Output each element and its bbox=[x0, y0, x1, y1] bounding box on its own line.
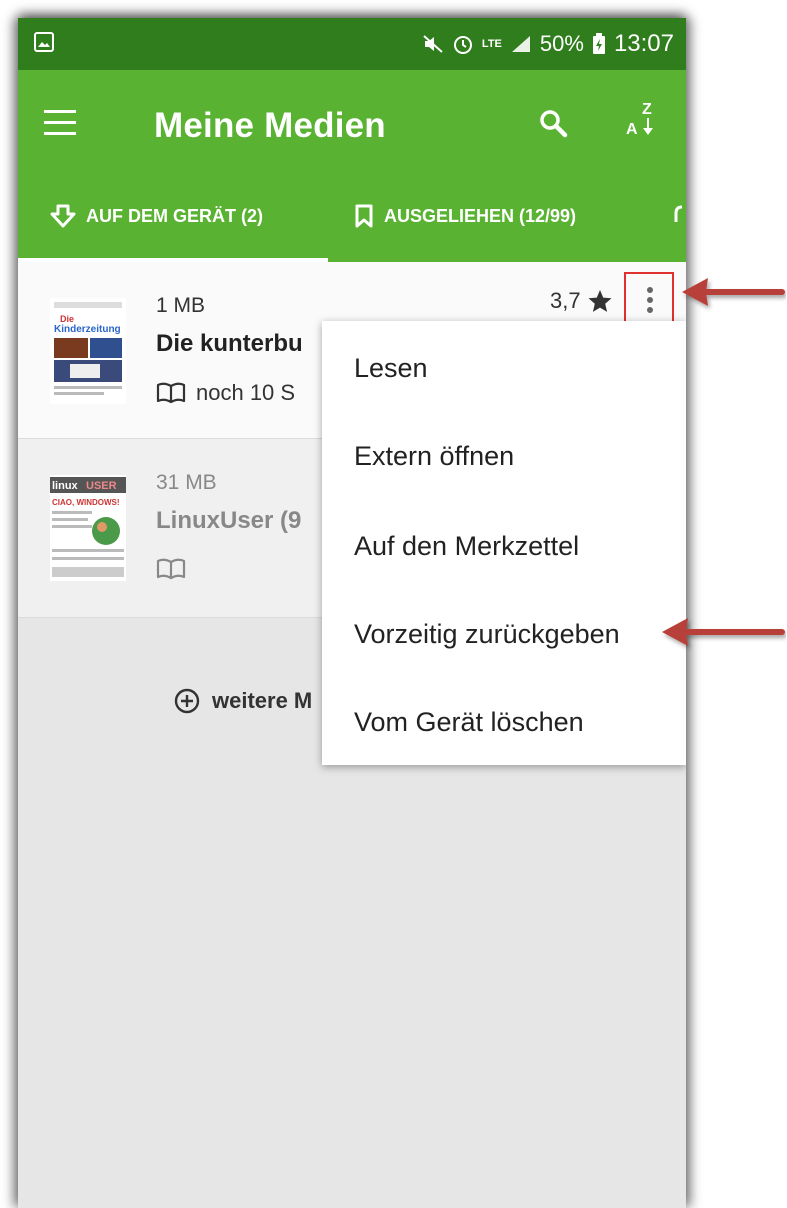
media-title: Die kunterbu bbox=[156, 330, 303, 357]
mute-icon bbox=[423, 35, 443, 53]
svg-text:CIAO, WINDOWS!: CIAO, WINDOWS! bbox=[52, 498, 120, 507]
download-icon bbox=[50, 204, 76, 228]
book-cover: linux USER CIAO, WINDOWS! bbox=[50, 475, 126, 581]
status-icons: LTE 50% 13:07 bbox=[422, 30, 674, 58]
status-bar: LTE 50% 13:07 bbox=[18, 18, 686, 70]
battery-icon bbox=[592, 33, 605, 54]
rating: 3,7 bbox=[550, 288, 613, 314]
image-icon bbox=[34, 32, 54, 52]
signal-icon bbox=[511, 36, 530, 52]
lte-icon: LTE bbox=[481, 38, 502, 50]
tab-bar: AUF DEM GERÄT (2) AUSGELIEHEN (12/99) bbox=[18, 182, 686, 262]
sort-arrow-icon bbox=[643, 118, 653, 135]
svg-text:linux: linux bbox=[52, 480, 79, 492]
svg-text:Die: Die bbox=[60, 314, 74, 324]
clock: 13:07 bbox=[613, 30, 674, 57]
bookmark-icon bbox=[355, 204, 373, 228]
menu-item-open-external[interactable]: Extern öffnen bbox=[354, 441, 514, 472]
phone-screen: LTE 50% 13:07 Meine Medien Z A AUF DEM G… bbox=[18, 18, 686, 1208]
reading-status bbox=[156, 557, 196, 581]
context-menu: Lesen Extern öffnen Auf den Merkzettel V… bbox=[322, 321, 686, 765]
reading-status: noch 10 S bbox=[156, 380, 295, 406]
file-size: 31 MB bbox=[156, 471, 217, 494]
menu-item-return-early[interactable]: Vorzeitig zurückgeben bbox=[354, 619, 620, 650]
app-bar: Meine Medien Z A bbox=[18, 70, 686, 182]
bell-icon bbox=[674, 205, 683, 222]
book-cover: Die Kinderzeitung bbox=[50, 298, 126, 404]
book-open-icon bbox=[156, 558, 186, 580]
book-open-icon bbox=[156, 382, 186, 404]
tab-label: AUSGELIEHEN (12/99) bbox=[384, 205, 577, 226]
sort-az-icon[interactable]: Z A bbox=[624, 102, 664, 146]
media-title: LinuxUser (9 bbox=[156, 507, 302, 534]
menu-item-read[interactable]: Lesen bbox=[354, 353, 428, 384]
sort-a-label: A bbox=[626, 121, 638, 138]
menu-item-add-to-notepad[interactable]: Auf den Merkzettel bbox=[354, 531, 579, 562]
menu-item-delete-from-device[interactable]: Vom Gerät löschen bbox=[354, 707, 584, 738]
annotation-arrow-icon bbox=[662, 618, 785, 646]
annotation-arrow-icon bbox=[682, 278, 785, 306]
sort-z-label: Z bbox=[642, 101, 652, 118]
menu-icon[interactable] bbox=[44, 110, 76, 136]
status-text: noch 10 S bbox=[196, 380, 296, 405]
file-size: 1 MB bbox=[156, 294, 206, 317]
svg-text:USER: USER bbox=[86, 480, 117, 492]
load-more-link[interactable]: weitere M bbox=[174, 688, 312, 714]
tab-on-device[interactable]: AUF DEM GERÄT (2) bbox=[50, 204, 263, 228]
page-title: Meine Medien bbox=[154, 106, 386, 145]
tab-borrowed[interactable]: AUSGELIEHEN (12/99) bbox=[354, 204, 576, 228]
svg-text:Kinderzeitung: Kinderzeitung bbox=[54, 324, 121, 335]
tab-third[interactable] bbox=[672, 204, 686, 228]
rating-value: 3,7 bbox=[550, 288, 581, 313]
search-icon[interactable] bbox=[538, 108, 568, 138]
more-options-button[interactable] bbox=[624, 272, 674, 324]
alarm-icon bbox=[453, 36, 472, 54]
tab-label: AUF DEM GERÄT (2) bbox=[86, 205, 263, 226]
load-more-label: weitere M bbox=[212, 688, 313, 713]
battery-percent: 50% bbox=[539, 31, 584, 56]
star-icon bbox=[588, 290, 612, 312]
add-circle-icon bbox=[174, 688, 200, 714]
